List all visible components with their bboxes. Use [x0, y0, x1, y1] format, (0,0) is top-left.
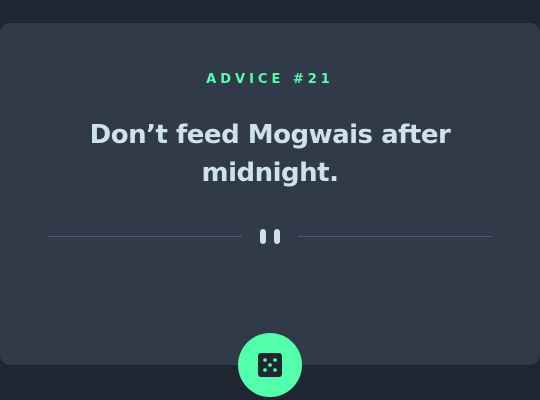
advice-quote: Don’t feed Mogwais after midnight.	[89, 120, 451, 188]
pause-bar-left	[260, 229, 266, 244]
pause-bar-right	[274, 229, 280, 244]
advice-id-label: ADVICE #21	[206, 72, 334, 87]
divider-line-left	[48, 236, 242, 237]
pause-icon	[260, 229, 280, 244]
dice-icon	[258, 353, 282, 377]
divider-line-right	[298, 236, 492, 237]
advice-card: ADVICE #21 Don’t feed Mogwais after midn…	[0, 23, 540, 365]
pattern-divider	[48, 226, 492, 248]
generate-advice-button[interactable]	[238, 333, 302, 397]
